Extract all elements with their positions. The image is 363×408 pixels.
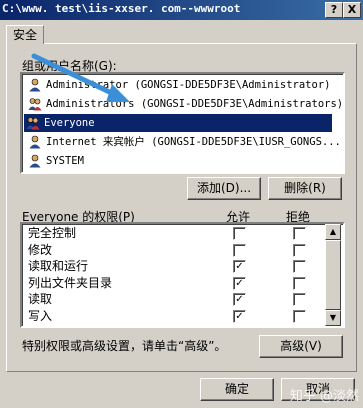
allow-checkbox[interactable]: ✓ [233,293,246,306]
user-name: SYSTEM [46,155,84,167]
deny-checkbox[interactable] [293,227,306,240]
deny-checkbox[interactable] [293,309,306,323]
scroll-down-icon[interactable]: ▼ [325,310,341,326]
permission-name: 读取 [28,292,53,306]
permission-name: 完全控制 [28,226,77,240]
scroll-up-icon[interactable]: ▲ [325,224,341,240]
watermark: 知乎 @淡然 [289,389,359,404]
permission-name: 修改 [28,242,53,257]
user-list-item[interactable]: SYSTEM [26,152,326,170]
permission-row: 完全控制 [28,225,328,242]
user-name: Everyone [44,117,95,129]
help-button[interactable]: ? [325,2,343,18]
user-list-item[interactable]: Internet 来宾帐户 (GONGSI-DDE5DF3E\IUSR_GONG… [26,133,341,151]
allow-checkbox[interactable]: ✓ [233,309,246,323]
allow-checkbox[interactable] [233,243,246,257]
allow-checkbox[interactable] [233,227,246,240]
deny-checkbox[interactable] [293,276,306,290]
advanced-note: 特别权限或高级设置，请单击“高级”。 [22,339,227,353]
tab-security[interactable]: 安全 [6,25,44,44]
close-button[interactable]: X [343,2,361,18]
window-title: C:\www. test\iis-xxser. com--wwwroot [2,2,241,15]
permissions-listbox[interactable]: 完全控制修改读取和运行 ✓ 列出文件夹目录 ✓ 读取 ✓ 写入 ✓ ▲ ▼ [20,222,345,328]
permission-row: 写入 ✓ [28,308,328,325]
permission-row: 读取 ✓ [28,291,328,308]
title-bar[interactable]: C:\www. test\iis-xxser. com--wwwroot ? X [0,0,363,20]
deny-checkbox[interactable] [293,243,306,257]
permission-name: 列出文件夹目录 [28,275,113,290]
permissions-scrollbar[interactable]: ▲ ▼ [325,224,341,326]
annotation-arrow-icon [31,53,130,102]
add-button[interactable]: 添加(D)... [187,177,261,200]
user-icon [29,154,41,168]
user-icon [29,135,41,149]
permission-row: 列出文件夹目录 ✓ [28,275,328,292]
allow-checkbox[interactable]: ✓ [233,276,246,290]
permission-name: 写入 [28,308,53,323]
group-icon [26,117,40,130]
remove-button[interactable]: 删除(R) [268,177,342,200]
permission-row: 修改 [28,242,328,259]
permission-name: 读取和运行 [28,259,89,273]
user-list-item[interactable]: Everyone [24,114,332,132]
advanced-button[interactable]: 高级(V) [259,335,343,358]
user-name: Internet 来宾帐户 (GONGSI-DDE5DF3E\IUSR_GONG… [46,136,341,148]
allow-checkbox[interactable]: ✓ [233,260,246,273]
deny-checkbox[interactable] [293,293,306,306]
permission-row: 读取和运行 ✓ [28,258,328,275]
scroll-thumb[interactable] [325,240,341,310]
ok-button[interactable]: 确定 [200,378,274,401]
deny-checkbox[interactable] [293,260,306,273]
